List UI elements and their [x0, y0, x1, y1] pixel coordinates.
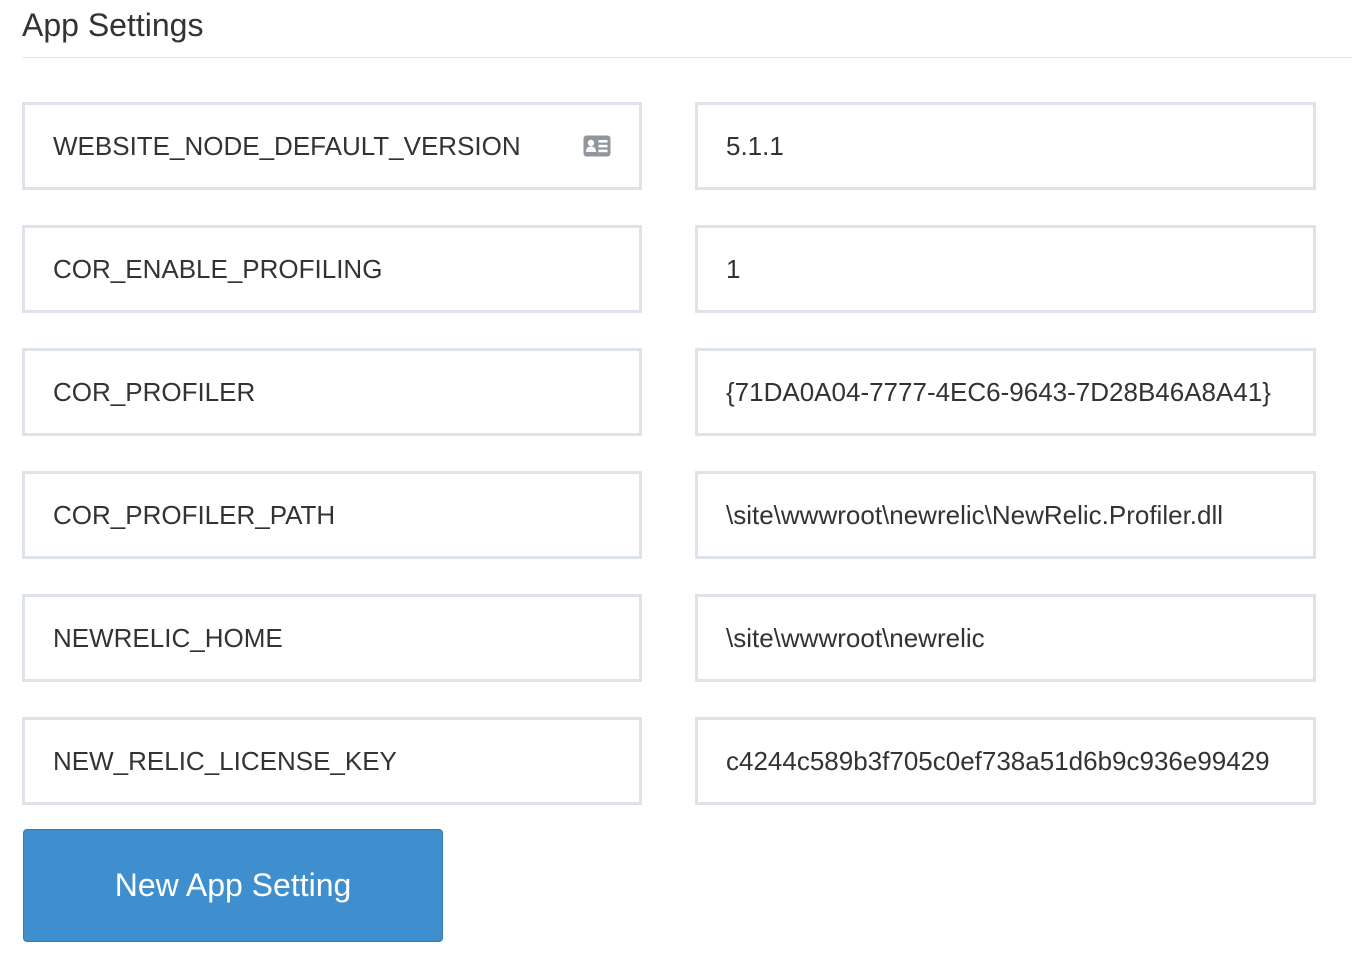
setting-name-text: WEBSITE_NODE_DEFAULT_VERSION — [53, 130, 521, 161]
setting-name-input[interactable]: COR_PROFILER — [22, 348, 642, 436]
setting-name-input[interactable]: NEWRELIC_HOME — [22, 594, 642, 682]
app-settings-list: WEBSITE_NODE_DEFAULT_VERSION 5.1.1 COR_E… — [22, 102, 1318, 805]
setting-row: NEW_RELIC_LICENSE_KEY c4244c589b3f705c0e… — [22, 717, 1318, 805]
setting-row: COR_PROFILER {71DA0A04-7777-4EC6-9643-7D… — [22, 348, 1318, 436]
setting-row: COR_ENABLE_PROFILING 1 — [22, 225, 1318, 313]
setting-name-text: COR_ENABLE_PROFILING — [53, 253, 383, 284]
setting-name-text: COR_PROFILER_PATH — [53, 499, 336, 530]
setting-value-input[interactable]: \site\wwwroot\newrelic — [695, 594, 1316, 682]
setting-value-text: {71DA0A04-7777-4EC6-9643-7D28B46A8A41} — [726, 376, 1271, 407]
setting-row: COR_PROFILER_PATH \site\wwwroot\newrelic… — [22, 471, 1318, 559]
setting-value-text: \site\wwwroot\newrelic\NewRelic.Profiler… — [726, 499, 1224, 530]
setting-name-input[interactable]: WEBSITE_NODE_DEFAULT_VERSION — [22, 102, 642, 190]
setting-value-text: c4244c589b3f705c0ef738a51d6b9c936e99429 — [726, 745, 1270, 776]
setting-row: WEBSITE_NODE_DEFAULT_VERSION 5.1.1 — [22, 102, 1318, 190]
setting-value-input[interactable]: {71DA0A04-7777-4EC6-9643-7D28B46A8A41} — [695, 348, 1316, 436]
setting-name-input[interactable]: NEW_RELIC_LICENSE_KEY — [22, 717, 642, 805]
section-divider — [22, 57, 1352, 58]
setting-name-text: COR_PROFILER — [53, 376, 256, 407]
setting-name-text: NEWRELIC_HOME — [53, 622, 283, 653]
setting-row: NEWRELIC_HOME \site\wwwroot\newrelic — [22, 594, 1318, 682]
setting-value-text: 5.1.1 — [726, 130, 784, 161]
setting-name-input[interactable]: COR_PROFILER_PATH — [22, 471, 642, 559]
new-app-setting-button[interactable]: New App Setting — [23, 829, 443, 942]
contact-card-icon[interactable] — [583, 135, 611, 157]
setting-name-text: NEW_RELIC_LICENSE_KEY — [53, 745, 397, 776]
setting-name-input[interactable]: COR_ENABLE_PROFILING — [22, 225, 642, 313]
setting-value-input[interactable]: 5.1.1 — [695, 102, 1316, 190]
section-title: App Settings — [22, 7, 204, 43]
setting-value-input[interactable]: \site\wwwroot\newrelic\NewRelic.Profiler… — [695, 471, 1316, 559]
setting-value-input[interactable]: 1 — [695, 225, 1316, 313]
setting-value-input[interactable]: c4244c589b3f705c0ef738a51d6b9c936e99429 — [695, 717, 1316, 805]
setting-value-text: 1 — [726, 253, 741, 284]
setting-value-text: \site\wwwroot\newrelic — [726, 622, 985, 653]
